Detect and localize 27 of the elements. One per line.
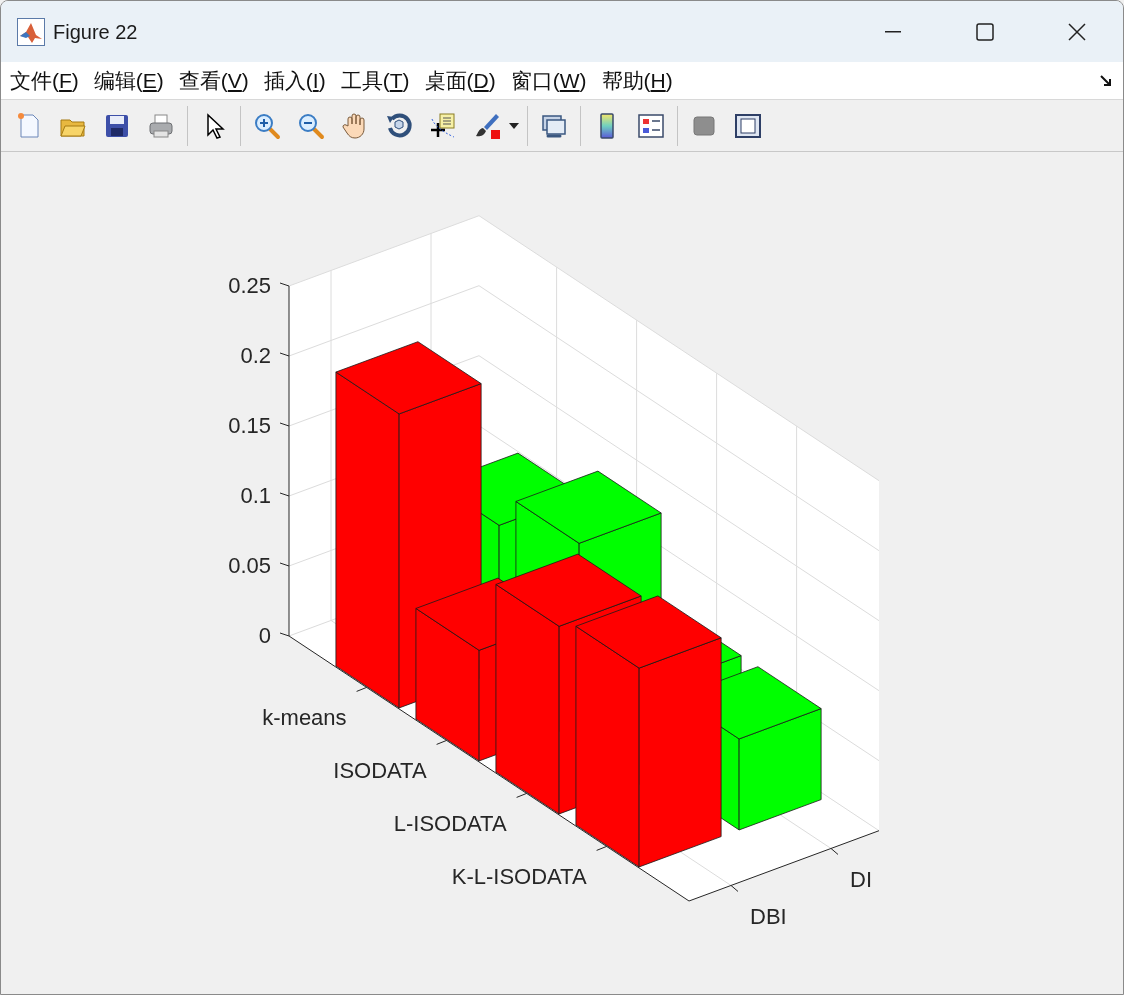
z-tick-label: 0.05 <box>228 553 271 578</box>
z-tick-label: 0.25 <box>228 273 271 298</box>
z-tick-label: 0.2 <box>240 343 271 368</box>
menu-item[interactable]: 桌面(D) <box>424 64 496 97</box>
dropdown-caret-icon[interactable] <box>509 122 519 129</box>
series-label: DBI <box>750 904 787 930</box>
menu-item[interactable]: 工具(T) <box>340 64 410 97</box>
dock-arrow-icon[interactable] <box>1099 73 1113 88</box>
category-label: k-means <box>262 705 347 731</box>
z-tick-label: 0 <box>258 623 271 648</box>
menu-item[interactable]: 编辑(E) <box>93 64 164 97</box>
menu-item[interactable]: 插入(I) <box>263 64 326 97</box>
menu-item[interactable]: 窗口(W) <box>510 64 587 97</box>
menu-item[interactable]: 查看(V) <box>178 64 249 97</box>
maximize-icon <box>976 22 994 41</box>
app-logo-icon <box>17 17 45 46</box>
series-label: DI <box>850 867 872 893</box>
z-tick-label: 0.15 <box>228 413 271 438</box>
menu-item[interactable]: 帮助(H) <box>601 64 673 97</box>
window-title: Figure 22 <box>53 19 138 45</box>
close-icon <box>1068 22 1086 41</box>
minimize-icon <box>885 30 901 33</box>
category-label: L-ISODATA <box>393 811 507 837</box>
menu-item[interactable]: 文件(F) <box>10 64 79 97</box>
category-label: K-L-ISODATA <box>451 864 587 890</box>
category-label: ISODATA <box>333 758 427 784</box>
z-tick-label: 0.1 <box>240 483 271 508</box>
